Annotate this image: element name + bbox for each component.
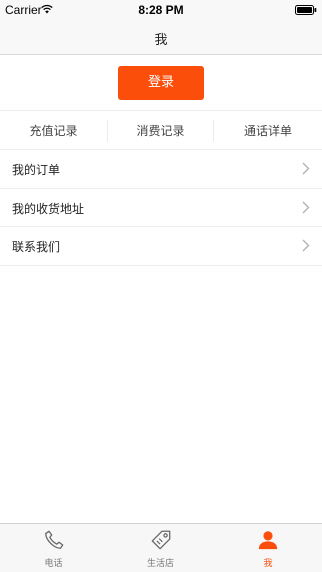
tab-life-store[interactable]: 生活店 (107, 524, 214, 572)
chevron-right-icon (302, 201, 310, 213)
tab-label: 我 (263, 559, 273, 569)
page-title: 我 (154, 33, 168, 48)
battery-icon (295, 5, 317, 15)
chevron-right-icon (302, 239, 310, 252)
tab-phone[interactable]: 电话 (0, 524, 107, 572)
tab-label: 生活店 (146, 559, 174, 569)
menu-item-shipping-address[interactable]: 我的收货地址 (0, 188, 322, 227)
consumption-records-button[interactable]: 消费记录 (107, 120, 214, 142)
tag-icon (151, 530, 170, 550)
records-row: 充值记录 消费记录 通话详单 (0, 112, 322, 150)
status-time: 8:28 PM (138, 3, 184, 17)
menu-item-my-orders[interactable]: 我的订单 (0, 150, 322, 189)
recharge-records-button[interactable]: 充值记录 (0, 112, 107, 150)
status-bar: Carrier 8:28 PM (0, 0, 322, 20)
menu-item-label: 我的订单 (12, 163, 61, 177)
nav-bar: 我 (0, 20, 322, 55)
call-details-button[interactable]: 通话详单 (214, 112, 322, 150)
menu-item-contact-us[interactable]: 联系我们 (0, 227, 322, 266)
menu-item-label: 联系我们 (12, 240, 61, 254)
tab-me[interactable]: 我 (214, 524, 322, 572)
tab-label: 电话 (44, 559, 63, 569)
person-icon (258, 531, 278, 550)
phone-icon (44, 530, 63, 549)
login-button[interactable]: 登录 (118, 66, 204, 100)
login-section: 登录 (0, 55, 322, 111)
chevron-right-icon (302, 162, 310, 175)
tab-bar: 电话 生活店 我 (0, 523, 322, 572)
menu-item-label: 我的收货地址 (12, 201, 85, 216)
menu-list: 我的订单 我的收货地址 联系我们 (0, 150, 322, 266)
